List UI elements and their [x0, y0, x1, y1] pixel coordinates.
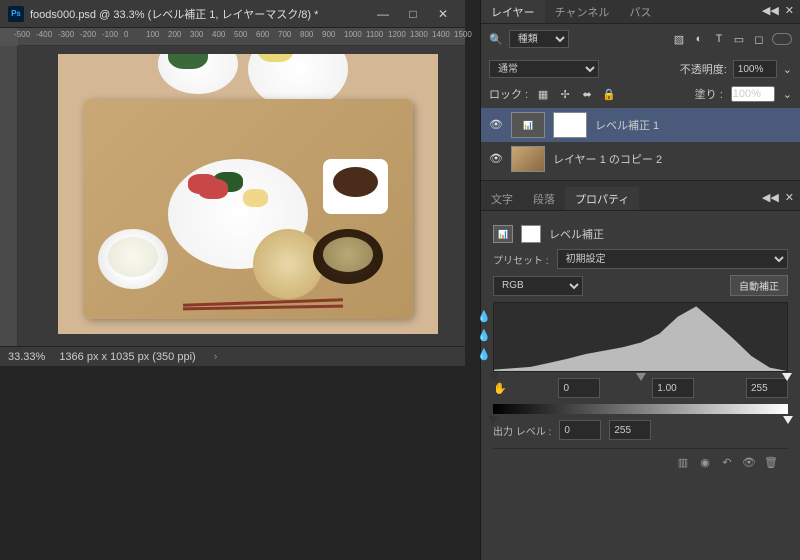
blend-mode-select[interactable]: 通常	[489, 60, 599, 78]
panel-collapse-icon[interactable]: ◀◀	[762, 191, 779, 204]
reset-icon[interactable]: ↶	[720, 455, 734, 469]
dimensions-display: 1366 px x 1035 px (350 ppi)	[59, 351, 195, 363]
clip-icon[interactable]: ▥	[676, 455, 690, 469]
layer-row[interactable]: 👁 レイヤー 1 のコピー 2	[481, 142, 800, 176]
filter-toggle-icon[interactable]	[772, 33, 792, 45]
output-white-slider[interactable]	[783, 416, 793, 424]
layer-row[interactable]: 👁 📊 レベル補正 1	[481, 108, 800, 142]
lock-artboard-icon[interactable]: ⬌	[580, 87, 594, 101]
search-icon[interactable]: 🔍	[489, 33, 503, 46]
highlight-slider[interactable]	[782, 373, 792, 381]
preset-select[interactable]: 初期設定	[557, 249, 788, 269]
tab-properties[interactable]: プロパティ	[565, 187, 639, 210]
adjustment-title: レベル補正	[549, 226, 604, 242]
filter-adjust-icon[interactable]: ◐	[692, 32, 706, 46]
lock-pixels-icon[interactable]: ▦	[536, 87, 550, 101]
output-white-input[interactable]	[609, 420, 651, 440]
properties-panel: ◀◀ ✕ 文字 段落 プロパティ 📊 レベル補正 プリセット : 初期設定 RGB	[481, 187, 800, 560]
layer-mask-thumbnail[interactable]	[553, 112, 587, 138]
tab-paths[interactable]: パス	[619, 0, 661, 23]
panel-menu-icon[interactable]: ✕	[785, 4, 794, 17]
preset-label: プリセット :	[493, 252, 549, 267]
eyedropper-black-icon[interactable]: 💧	[477, 310, 491, 323]
layer-filter-select[interactable]: 種類	[509, 30, 569, 48]
tab-layers[interactable]: レイヤー	[481, 0, 545, 23]
panel-collapse-icon[interactable]: ◀◀	[762, 4, 779, 17]
mask-icon[interactable]	[521, 225, 541, 243]
layer-name[interactable]: レベル補正 1	[595, 117, 659, 133]
output-gradient[interactable]	[493, 404, 788, 414]
filter-smart-icon[interactable]: ◻	[752, 32, 766, 46]
document-window: Ps foods000.psd @ 33.3% (レベル補正 1, レイヤーマス…	[0, 0, 465, 366]
close-button[interactable]: ✕	[429, 4, 457, 24]
output-label: 出力 レベル :	[493, 423, 551, 438]
levels-hand-icon[interactable]: ✋	[493, 382, 507, 395]
output-black-slider[interactable]	[488, 416, 498, 424]
visibility-icon[interactable]: 👁	[489, 152, 503, 166]
filter-shape-icon[interactable]: ▭	[732, 32, 746, 46]
shadows-input[interactable]	[558, 378, 600, 398]
trash-icon[interactable]: 🗑	[764, 455, 778, 469]
opacity-label: 不透明度:	[680, 61, 727, 77]
fill-label: 塗り :	[695, 86, 723, 102]
eyedropper-gray-icon[interactable]: 💧	[477, 329, 491, 342]
ruler-vertical[interactable]	[0, 46, 18, 346]
ruler-horizontal[interactable]: -500-400-300-200-10001002003004005006007…	[18, 28, 465, 46]
panel-menu-icon[interactable]: ✕	[785, 191, 794, 204]
highlights-input[interactable]	[746, 378, 788, 398]
lock-position-icon[interactable]: ✢	[558, 87, 572, 101]
maximize-button[interactable]: □	[399, 4, 427, 24]
canvas[interactable]	[58, 54, 438, 334]
channel-select[interactable]: RGB	[493, 276, 583, 296]
layers-panel: ◀◀ ✕ レイヤー チャンネル パス 🔍 種類 ▧ ◐ T ▭ ◻ 通常 不透明度…	[481, 0, 800, 181]
document-title: foods000.psd @ 33.3% (レベル補正 1, レイヤーマスク/8…	[30, 6, 369, 22]
tab-character[interactable]: 文字	[481, 187, 523, 210]
visibility-icon[interactable]: 👁	[742, 455, 756, 469]
fill-input[interactable]	[731, 86, 775, 102]
layers-panel-tabs: レイヤー チャンネル パス	[481, 0, 800, 24]
chevron-down-icon[interactable]: ⌄	[783, 63, 792, 76]
zoom-display[interactable]: 33.33%	[8, 351, 45, 363]
output-black-input[interactable]	[559, 420, 601, 440]
minimize-button[interactable]: —	[369, 4, 397, 24]
layer-thumbnail[interactable]	[511, 146, 545, 172]
filter-image-icon[interactable]: ▧	[672, 32, 686, 46]
auto-button[interactable]: 自動補正	[730, 275, 788, 296]
visibility-icon[interactable]: 👁	[489, 118, 503, 132]
midtones-input[interactable]	[652, 378, 694, 398]
previous-icon[interactable]: ◉	[698, 455, 712, 469]
layer-name[interactable]: レイヤー 1 のコピー 2	[553, 151, 662, 167]
tab-paragraph[interactable]: 段落	[523, 187, 565, 210]
layer-thumbnail[interactable]: 📊	[511, 112, 545, 138]
chevron-down-icon[interactable]: ⌄	[783, 88, 792, 101]
levels-icon: 📊	[493, 225, 513, 243]
layer-list: 👁 📊 レベル補正 1 👁 レイヤー 1 のコピー 2	[481, 104, 800, 180]
app-icon: Ps	[8, 6, 24, 22]
filter-text-icon[interactable]: T	[712, 32, 726, 46]
midtone-slider[interactable]	[636, 373, 646, 381]
lock-label: ロック :	[489, 86, 528, 102]
shadow-slider[interactable]	[489, 373, 499, 381]
statusbar: 33.33% 1366 px x 1035 px (350 ppi) ›	[0, 346, 465, 366]
chevron-right-icon[interactable]: ›	[214, 351, 218, 363]
opacity-input[interactable]	[733, 60, 777, 78]
tab-channels[interactable]: チャンネル	[545, 0, 620, 23]
lock-all-icon[interactable]: 🔒	[602, 87, 616, 101]
histogram[interactable]	[493, 302, 788, 372]
eyedropper-white-icon[interactable]: 💧	[477, 348, 491, 361]
titlebar[interactable]: Ps foods000.psd @ 33.3% (レベル補正 1, レイヤーマス…	[0, 0, 465, 28]
